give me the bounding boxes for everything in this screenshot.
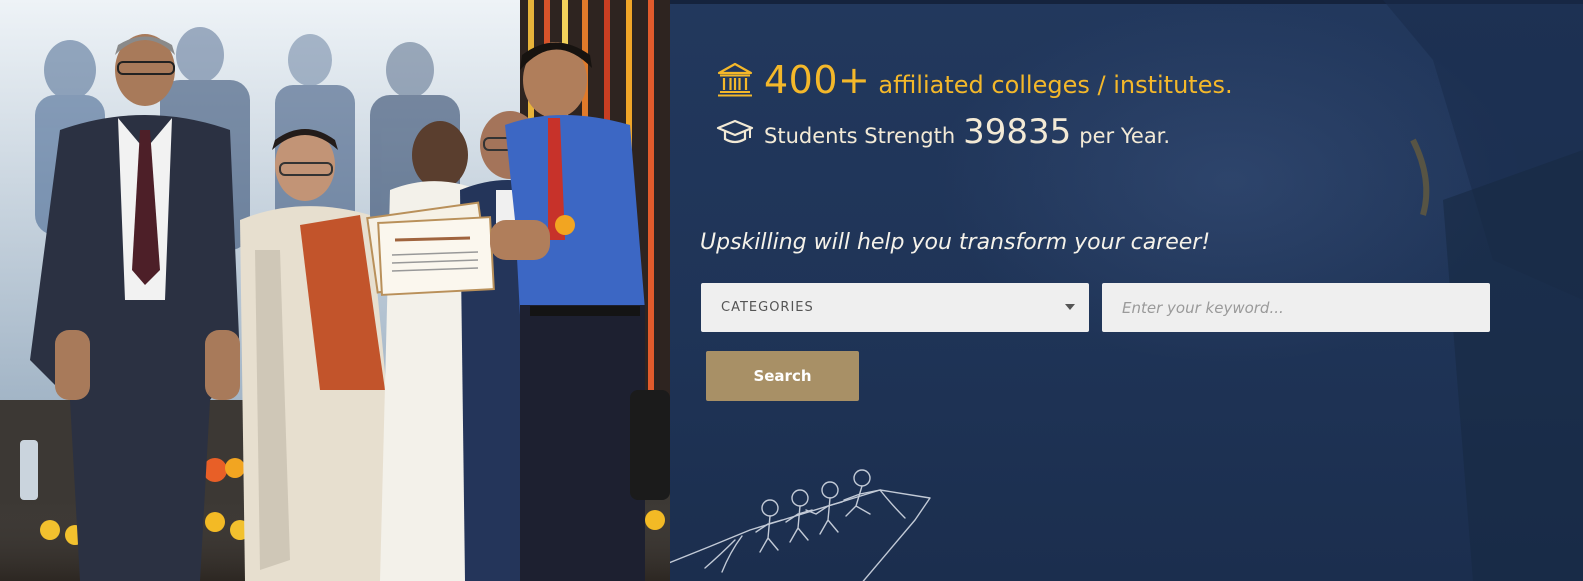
hero-section: 400+ affiliated colleges / institutes. S… — [0, 0, 1583, 581]
ceremony-photo-image — [0, 0, 670, 581]
institution-icon — [717, 62, 753, 97]
graduation-cap-icon — [716, 119, 754, 144]
search-button[interactable]: Search — [706, 351, 859, 401]
categories-select[interactable]: CATEGORIES — [701, 283, 1089, 332]
colleges-stat: 400+ affiliated colleges / institutes. — [716, 58, 1233, 102]
ceremony-photo — [0, 0, 670, 581]
colleges-count: 400+ — [764, 58, 871, 102]
keyword-search-input[interactable] — [1102, 283, 1490, 332]
categories-select-label: CATEGORIES — [721, 300, 814, 315]
students-stat: Students Strength 39835 per Year. — [716, 112, 1170, 152]
tagline: Upskilling will help you transform your … — [700, 230, 1211, 255]
info-panel: 400+ affiliated colleges / institutes. S… — [670, 0, 1583, 581]
caret-down-icon — [1065, 304, 1075, 310]
students-prefix: Students Strength — [764, 124, 956, 148]
team-climbing-illustration — [670, 469, 931, 581]
students-suffix: per Year. — [1079, 124, 1171, 148]
students-count: 39835 — [963, 112, 1072, 152]
colleges-label: affiliated colleges / institutes. — [878, 71, 1233, 99]
